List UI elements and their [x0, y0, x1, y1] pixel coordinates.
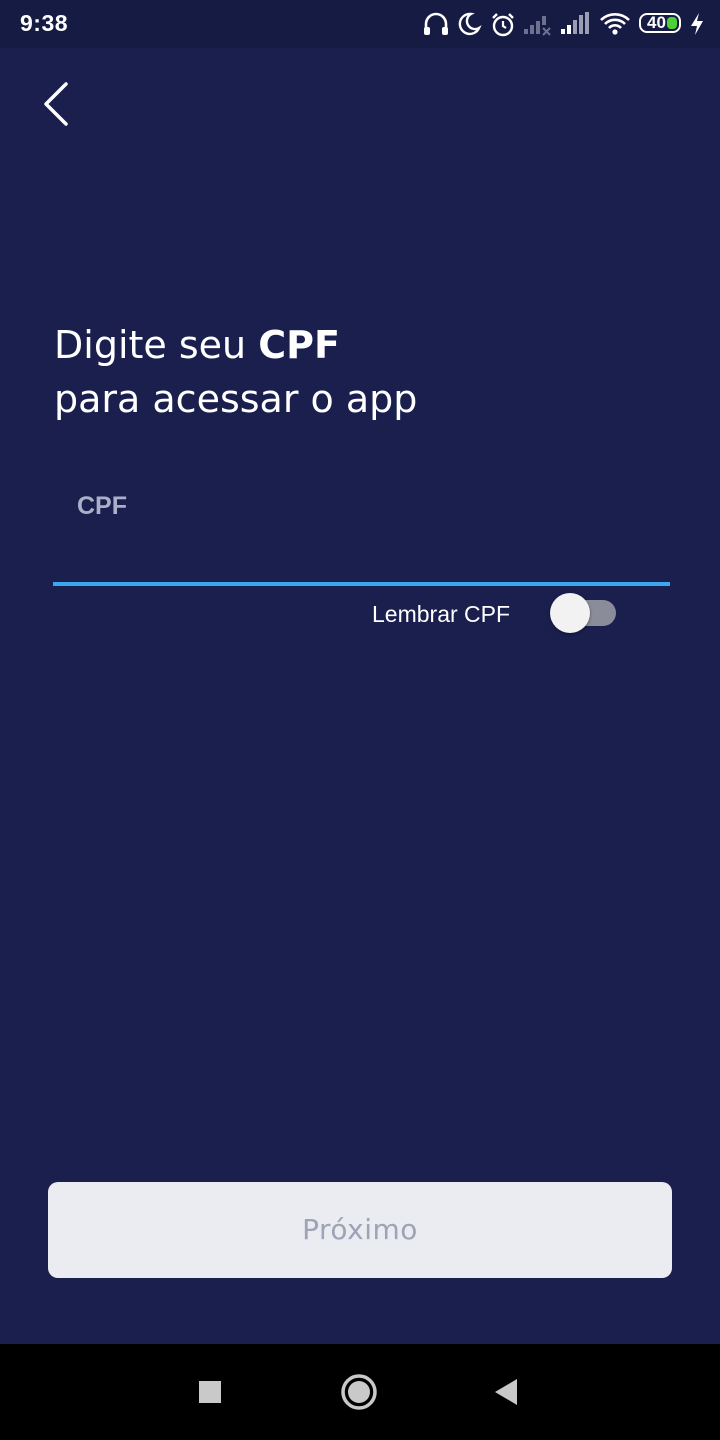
title-line-2: para acessar o app	[54, 377, 418, 421]
wifi-icon	[600, 13, 630, 35]
headset-icon	[424, 12, 448, 35]
charging-icon	[691, 13, 703, 35]
page-title: Digite seu CPF para acessar o app	[54, 318, 674, 426]
remember-cpf-toggle[interactable]	[550, 592, 618, 634]
toggle-knob	[550, 593, 590, 633]
title-strong-cpf: CPF	[258, 323, 340, 367]
home-button[interactable]	[331, 1364, 387, 1420]
login-cpf-screen: 9:38 40 Digite seu CPF para acessar o ap…	[0, 0, 720, 1440]
recents-button[interactable]	[182, 1364, 238, 1420]
nav-back-button[interactable]	[479, 1364, 535, 1420]
home-circle-icon	[341, 1374, 377, 1410]
moon-icon	[458, 12, 482, 36]
battery-icon: 40	[639, 13, 681, 33]
recents-square-icon	[199, 1381, 221, 1403]
status-time: 9:38	[20, 10, 69, 36]
remember-cpf-label: Lembrar CPF	[372, 601, 511, 627]
cpf-field: CPF	[53, 470, 670, 586]
status-bar: 9:38 40	[0, 0, 720, 48]
battery-level: 40	[647, 13, 666, 32]
title-line-1: Digite seu CPF	[54, 318, 674, 372]
chevron-left-icon	[44, 82, 68, 126]
back-triangle-icon	[495, 1379, 517, 1405]
signal-weak-icon	[524, 16, 551, 36]
next-button[interactable]: Próximo	[48, 1182, 672, 1278]
alarm-icon	[492, 13, 514, 37]
system-nav-bar	[0, 1344, 720, 1440]
signal-icon	[561, 12, 589, 34]
cpf-field-underline	[53, 582, 670, 586]
title-prefix: Digite seu	[54, 323, 259, 367]
back-button[interactable]	[28, 76, 84, 132]
battery-fill	[667, 17, 677, 29]
cpf-input[interactable]	[53, 470, 670, 582]
